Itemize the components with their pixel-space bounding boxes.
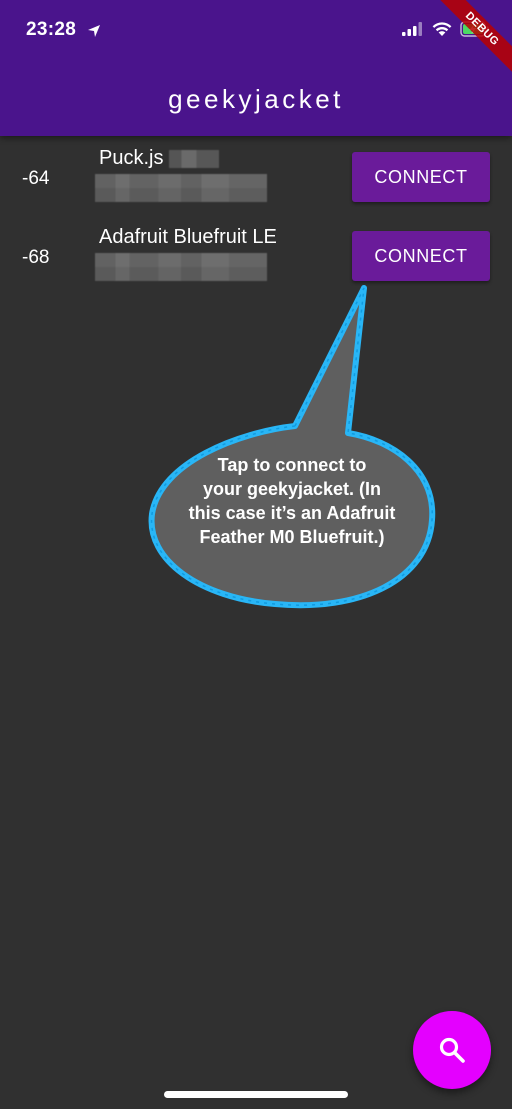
redacted-device-id [95,253,267,281]
connect-button-puck[interactable]: CONNECT [352,152,490,202]
home-indicator [164,1091,348,1098]
redacted-name-suffix [169,149,220,168]
callout-text: Tap to connect to your geekyjacket. (In … [160,453,424,549]
debug-banner: DEBUG [402,0,512,110]
callout-line: this case it’s an Adafruit [188,503,396,523]
device-name-text: Puck.js [99,147,164,169]
scan-fab-button[interactable] [413,1011,491,1089]
callout-line: your geekyjacket. (In [202,479,382,499]
app-screen: 23:28 geekyjacket DEBUG -64 Puck.js CONN… [0,0,512,1109]
device-name: Puck.js [99,147,220,170]
device-rssi: -68 [22,247,50,268]
redacted-device-id [95,174,267,202]
connect-button-bluefruit[interactable]: CONNECT [352,231,490,281]
debug-label: DEBUG [433,0,512,78]
device-row: -68 Adafruit Bluefruit LE CONNECT [0,219,512,297]
device-name: Adafruit Bluefruit LE [99,226,277,248]
callout-line: Feather M0 Bluefruit.) [199,527,385,547]
search-icon [439,1037,465,1063]
device-row: -64 Puck.js CONNECT [0,140,512,218]
callout-line: Tap to connect to [217,455,367,475]
device-rssi: -64 [22,168,50,189]
status-time: 23:28 [26,19,77,40]
location-arrow-icon [88,25,100,37]
